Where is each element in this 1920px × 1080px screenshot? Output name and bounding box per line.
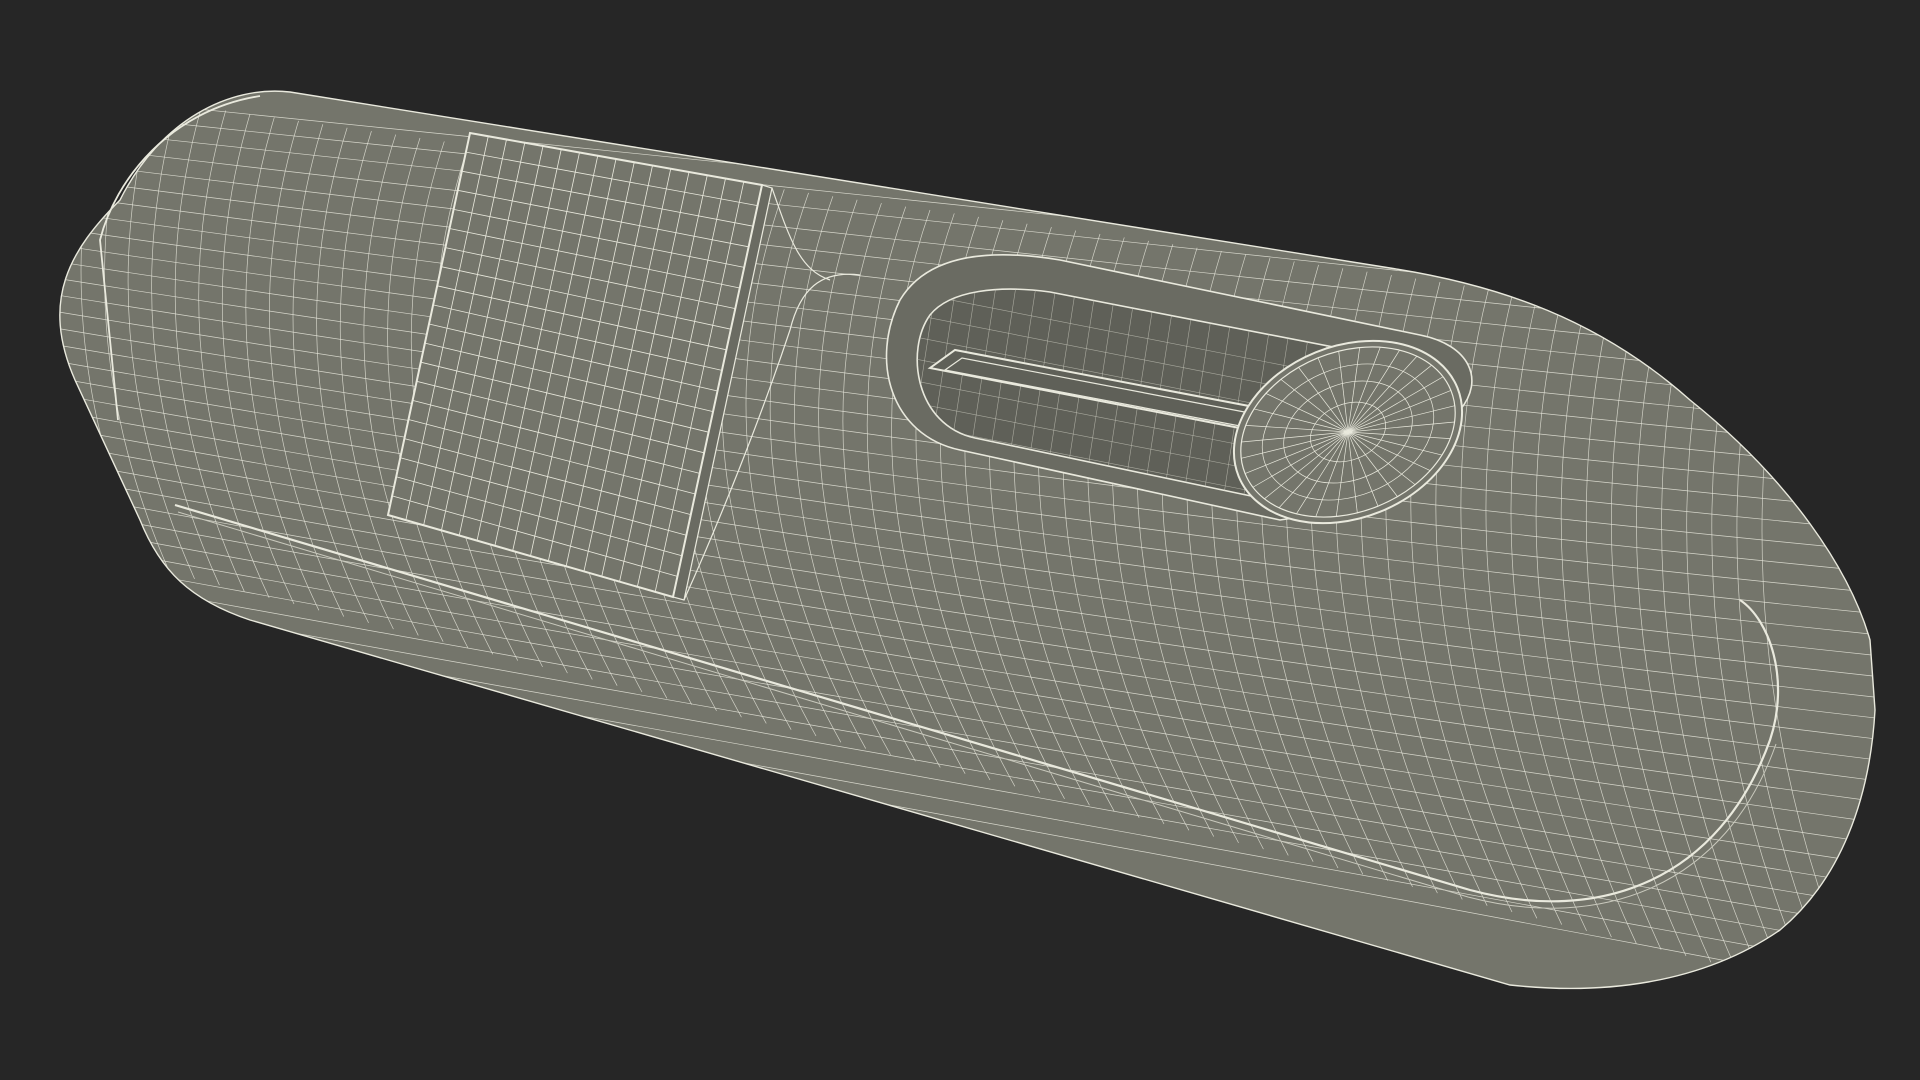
body-shell xyxy=(59,90,1876,990)
3d-viewport xyxy=(0,0,1920,1080)
body-surface xyxy=(59,91,1876,989)
wireframe-model xyxy=(59,90,1876,990)
